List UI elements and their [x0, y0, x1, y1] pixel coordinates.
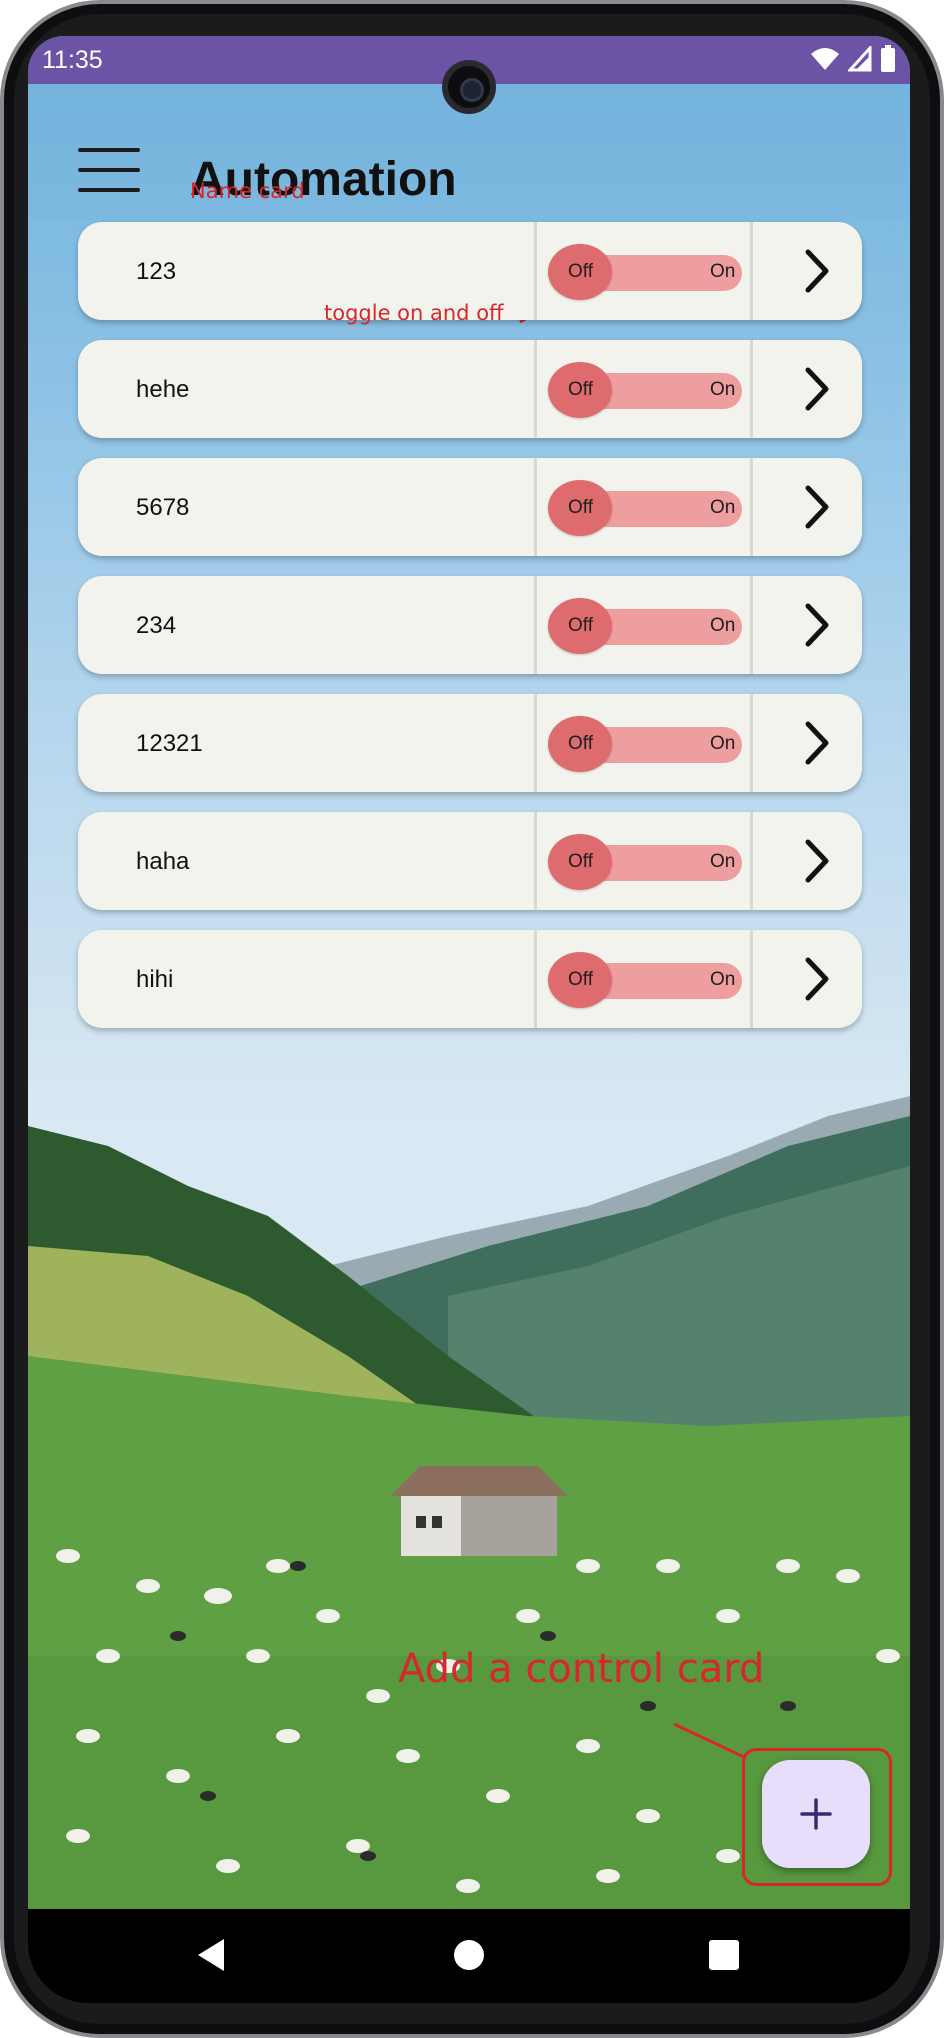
divider: [750, 812, 753, 910]
status-icons: [810, 44, 896, 74]
annotation-toggle: toggle on and off: [324, 301, 504, 325]
divider: [534, 458, 537, 556]
divider: [750, 222, 753, 320]
toggle-off-label: Off: [568, 969, 593, 990]
chevron-right-icon[interactable]: [796, 246, 836, 296]
toggle-off-label: Off: [568, 733, 593, 754]
chevron-right-icon[interactable]: [796, 482, 836, 532]
toggle-off-label: Off: [568, 497, 593, 518]
toggle-on-label: On: [710, 261, 736, 282]
chevron-right-icon[interactable]: [796, 954, 836, 1004]
wifi-icon: [811, 48, 839, 70]
on-off-toggle[interactable]: Off On: [548, 716, 742, 772]
divider: [534, 576, 537, 674]
status-time: 11:35: [42, 46, 103, 74]
add-card-button[interactable]: [762, 1760, 870, 1868]
toggle-on-label: On: [710, 379, 736, 400]
automation-card[interactable]: haha Off On: [78, 812, 862, 910]
back-icon[interactable]: [194, 1935, 234, 1975]
automation-card-list: 123 Off On hehe Off On 5678 Off On 234 O…: [78, 222, 862, 1048]
divider: [534, 930, 537, 1028]
toggle-on-label: On: [710, 969, 736, 990]
automation-card[interactable]: hihi Off On: [78, 930, 862, 1028]
automation-card[interactable]: hehe Off On: [78, 340, 862, 438]
card-name: hihi: [136, 966, 174, 993]
divider: [750, 340, 753, 438]
divider: [750, 930, 753, 1028]
card-name: haha: [136, 848, 190, 875]
hamburger-menu-icon[interactable]: [78, 148, 140, 192]
on-off-toggle[interactable]: Off On: [548, 834, 742, 890]
card-name: 123: [136, 258, 177, 285]
divider: [750, 694, 753, 792]
signal-icon: [848, 46, 872, 72]
recents-icon[interactable]: [704, 1935, 744, 1975]
on-off-toggle[interactable]: Off On: [548, 244, 742, 300]
annotation-name-card: Name card: [190, 179, 305, 203]
toggle-on-label: On: [710, 851, 736, 872]
toggle-on-label: On: [710, 615, 736, 636]
automation-card[interactable]: 234 Off On: [78, 576, 862, 674]
toggle-off-label: Off: [568, 261, 593, 282]
plus-icon: [800, 1798, 832, 1830]
toggle-off-label: Off: [568, 379, 593, 400]
chevron-right-icon[interactable]: [796, 836, 836, 886]
home-icon[interactable]: [449, 1935, 489, 1975]
divider: [750, 458, 753, 556]
annotation-pointer-add: [673, 1722, 747, 1760]
divider: [534, 694, 537, 792]
screen: 11:35 Automation Name card 123 Off On he…: [28, 36, 910, 1909]
system-nav-bar: [28, 1909, 910, 2003]
card-name: hehe: [136, 376, 190, 403]
on-off-toggle[interactable]: Off On: [548, 362, 742, 418]
toggle-off-label: Off: [568, 615, 593, 636]
toggle-on-label: On: [710, 497, 736, 518]
chevron-right-icon[interactable]: [796, 600, 836, 650]
automation-card[interactable]: 5678 Off On: [78, 458, 862, 556]
toggle-on-label: On: [710, 733, 736, 754]
house: [390, 1466, 568, 1556]
on-off-toggle[interactable]: Off On: [548, 952, 742, 1008]
card-name: 12321: [136, 730, 203, 757]
divider: [534, 812, 537, 910]
divider: [534, 340, 537, 438]
on-off-toggle[interactable]: Off On: [548, 598, 742, 654]
chevron-right-icon[interactable]: [796, 718, 836, 768]
divider: [534, 222, 537, 320]
chevron-right-icon[interactable]: [796, 364, 836, 414]
automation-card[interactable]: 12321 Off On: [78, 694, 862, 792]
divider: [750, 576, 753, 674]
annotation-add-card: Add a control card: [398, 1646, 765, 1692]
battery-icon: [881, 45, 895, 72]
card-name: 234: [136, 612, 177, 639]
on-off-toggle[interactable]: Off On: [548, 480, 742, 536]
front-camera: [442, 60, 496, 114]
card-name: 5678: [136, 494, 190, 521]
toggle-off-label: Off: [568, 851, 593, 872]
